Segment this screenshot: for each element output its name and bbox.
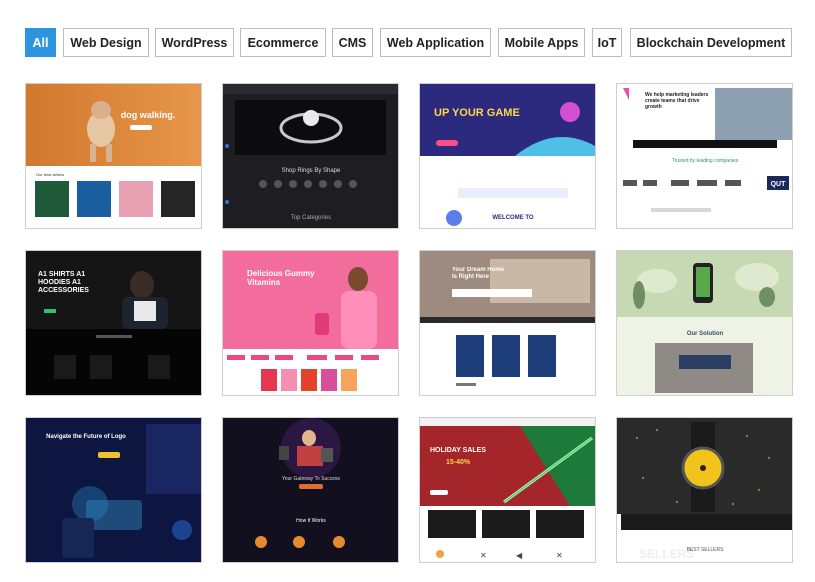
gummy-thumbnail: Delicious Gummy Vitamins: [223, 251, 398, 395]
portfolio-item-watch[interactable]: SELLERS BEST SELLERS: [616, 417, 793, 563]
portfolio-item-marketing[interactable]: We help marketing leaders create teams t…: [616, 83, 793, 229]
filter-wordpress-button[interactable]: WordPress: [155, 28, 234, 57]
tile-sub: Our best sellers: [36, 172, 64, 177]
gaming-thumbnail: UP YOUR GAME WELCOME TO: [420, 84, 595, 228]
tile-headline: We help marketing leaders create teams t…: [645, 92, 709, 110]
portfolio-item-apparel[interactable]: A1 SHIRTS A1 HOODIES A1 ACCESSORIES: [25, 250, 202, 396]
tile-headline: Delicious Gummy Vitamins: [247, 269, 315, 287]
filter-mobile-apps-button[interactable]: Mobile Apps: [498, 28, 585, 57]
portfolio-item-gummy[interactable]: Delicious Gummy Vitamins: [222, 250, 399, 396]
digital-agency-thumbnail: Your Gateway To Success How It Works: [223, 418, 398, 562]
apparel-thumbnail: A1 SHIRTS A1 HOODIES A1 ACCESSORIES: [26, 251, 201, 395]
tile-headline: Your Dream Home Is Right Here: [452, 267, 504, 280]
tile-headline: BEST SELLERS: [687, 547, 725, 553]
logo-design-thumbnail: Navigate the Future of Logo: [26, 418, 201, 562]
tile-headline: Navigate the Future of Logo: [46, 434, 126, 440]
lightsaber-thumbnail: HOLIDAY SALES 15-40% ✕ ◀ ✕: [420, 418, 595, 562]
dog-walking-thumbnail: dog walking. Our best sellers: [26, 84, 201, 228]
filter-web-application-button[interactable]: Web Application: [380, 28, 491, 57]
filter-cms-button[interactable]: CMS: [332, 28, 373, 57]
tile-headline: Our Solution: [687, 331, 724, 337]
tile-sub: WELCOME TO: [492, 215, 534, 221]
portfolio-item-mobile-app[interactable]: Our Solution: [616, 250, 793, 396]
mobile-app-thumbnail: Our Solution: [617, 251, 792, 395]
tile-headline: dog walking.: [121, 110, 176, 120]
portfolio-item-real-estate[interactable]: Your Dream Home Is Right Here: [419, 250, 596, 396]
tile-logo: QUT: [771, 181, 787, 188]
portfolio-item-dog-walking[interactable]: dog walking. Our best sellers: [25, 83, 202, 229]
portfolio-item-gaming[interactable]: UP YOUR GAME WELCOME TO: [419, 83, 596, 229]
tile-headline: UP YOUR GAME: [434, 107, 520, 119]
marketing-thumbnail: We help marketing leaders create teams t…: [617, 84, 792, 228]
filter-blockchain-development-button[interactable]: Blockchain Development: [630, 28, 792, 57]
filter-all-button[interactable]: All: [25, 28, 56, 57]
slash-icon: ✕: [556, 551, 563, 560]
portfolio-item-digital-agency[interactable]: Your Gateway To Success How It Works: [222, 417, 399, 563]
real-estate-thumbnail: Your Dream Home Is Right Here: [420, 251, 595, 395]
filter-ecommerce-button[interactable]: Ecommerce: [240, 28, 326, 57]
tile-headline: Your Gateway To Success: [282, 476, 341, 482]
portfolio-item-jewelry[interactable]: Shop Rings By Shape Top Categories: [222, 83, 399, 229]
portfolio-item-lightsaber[interactable]: HOLIDAY SALES 15-40% ✕ ◀ ✕: [419, 417, 596, 563]
tile-sub: Trusted by leading companies: [672, 158, 739, 164]
tile-sub: Top Categories: [291, 215, 331, 221]
tile-headline: A1 SHIRTS A1 HOODIES A1 ACCESSORIES: [38, 271, 89, 294]
jewelry-thumbnail: Shop Rings By Shape Top Categories: [223, 84, 398, 228]
filter-web-design-button[interactable]: Web Design: [63, 28, 149, 57]
tile-sub: 15-40%: [446, 459, 471, 466]
watch-thumbnail: SELLERS BEST SELLERS: [617, 418, 792, 562]
tile-headline: Shop Rings By Shape: [282, 168, 341, 174]
tile-sub: How It Works: [296, 518, 326, 524]
close-icon: ✕: [480, 551, 487, 560]
speaker-icon: ◀: [516, 551, 523, 560]
filter-iot-button[interactable]: IoT: [592, 28, 622, 57]
tile-headline: HOLIDAY SALES: [430, 447, 486, 454]
portfolio-item-logo-design[interactable]: Navigate the Future of Logo: [25, 417, 202, 563]
